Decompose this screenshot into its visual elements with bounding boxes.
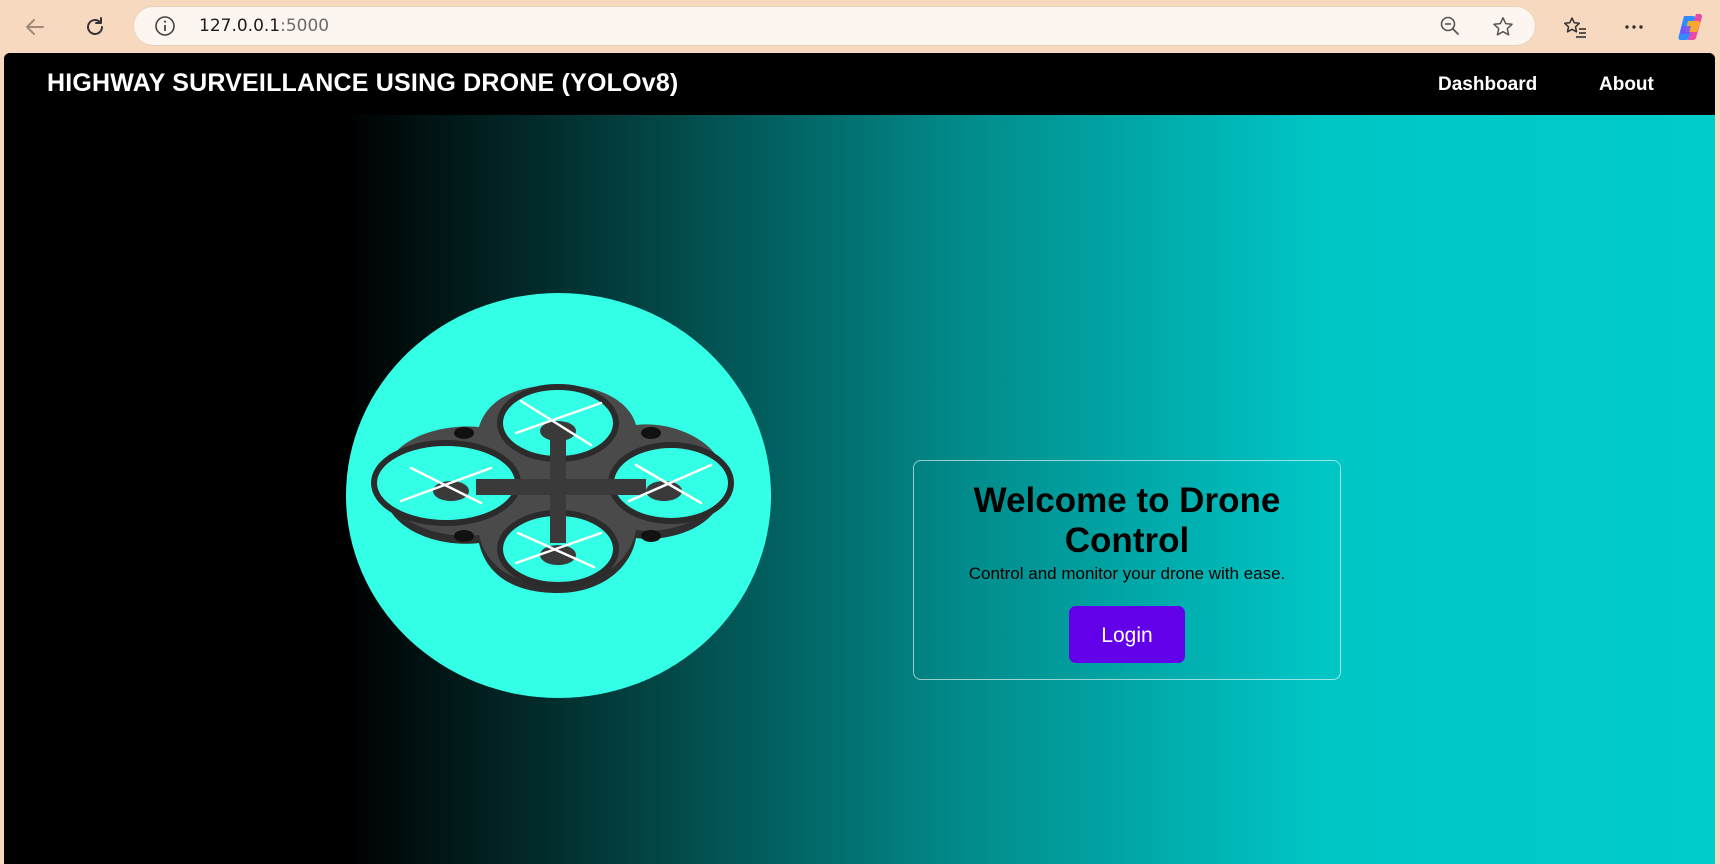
site-title: HIGHWAY SURVEILLANCE USING DRONE (YOLOv8…	[47, 69, 679, 97]
site-header: HIGHWAY SURVEILLANCE USING DRONE (YOLOv8…	[4, 53, 1715, 115]
refresh-button[interactable]	[77, 9, 113, 45]
zoom-out-button[interactable]	[1439, 15, 1461, 42]
drone-illustration-circle	[346, 293, 771, 698]
nav-dashboard-link[interactable]: Dashboard	[1438, 74, 1537, 96]
info-icon	[155, 16, 175, 36]
hero-section: Welcome to Drone Control Control and mon…	[4, 115, 1715, 864]
zoom-out-icon	[1440, 16, 1459, 35]
refresh-icon	[87, 17, 103, 35]
browser-toolbar: 127.0.0.1:5000	[0, 0, 1720, 53]
welcome-card: Welcome to Drone Control Control and mon…	[913, 460, 1341, 680]
welcome-subtitle: Control and monitor your drone with ease…	[968, 564, 1286, 583]
url-text: 127.0.0.1:5000	[199, 16, 329, 36]
favorites-button[interactable]	[1557, 9, 1593, 45]
url-port: :5000	[280, 16, 330, 36]
favorites-list-icon	[1563, 17, 1586, 38]
more-options-button[interactable]	[1616, 9, 1652, 45]
copilot-icon	[1678, 14, 1703, 40]
drone-icon	[371, 384, 734, 593]
back-button[interactable]	[17, 9, 53, 45]
back-arrow-icon	[26, 19, 44, 35]
page-viewport: HIGHWAY SURVEILLANCE USING DRONE (YOLOv8…	[4, 53, 1715, 864]
nav-about-link[interactable]: About	[1599, 74, 1654, 96]
more-options-icon	[1625, 25, 1643, 29]
login-button[interactable]: Login	[1069, 606, 1185, 663]
welcome-title: Welcome to Drone Control	[973, 481, 1281, 560]
site-info-button[interactable]	[154, 15, 176, 42]
copilot-button[interactable]	[1672, 9, 1708, 45]
url-host: 127.0.0.1	[199, 16, 281, 36]
favorite-button[interactable]	[1491, 15, 1515, 44]
address-bar[interactable]: 127.0.0.1:5000	[134, 7, 1535, 45]
favorite-star-icon	[1493, 17, 1513, 36]
